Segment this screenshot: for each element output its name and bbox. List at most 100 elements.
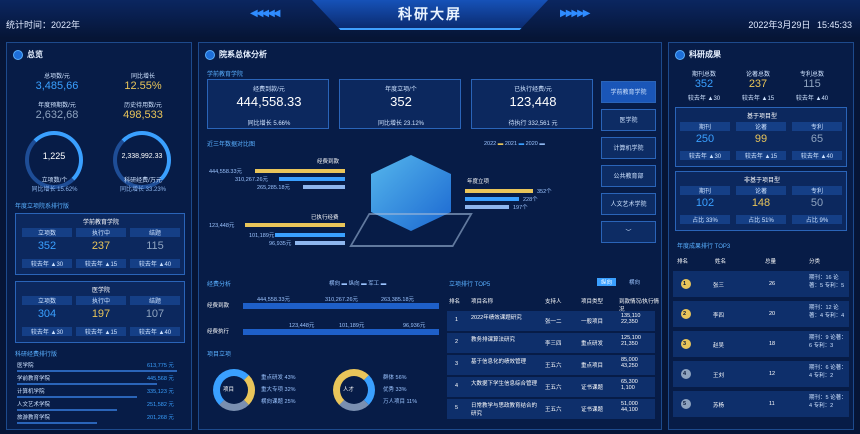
rank: 3 bbox=[455, 361, 459, 367]
rank-bar bbox=[17, 422, 97, 424]
owner: 张一二 bbox=[545, 319, 562, 325]
rank-bar bbox=[17, 370, 177, 372]
dept-tab-public[interactable]: 公共教育部 bbox=[601, 165, 656, 187]
owner: 王五六 bbox=[545, 363, 562, 369]
top5-header: 排名 bbox=[449, 299, 461, 305]
summary-label: 专利总数 bbox=[799, 72, 824, 78]
college-card: 医学院 立项数 执行中 结题 304 197 107 较去年 ▲30 较去年 ▲… bbox=[15, 281, 185, 343]
change-cell: 较去年 ▲40 bbox=[792, 151, 842, 160]
college-card: 学前教育学院 立项数 执行中 结题 352 237 115 较去年 ▲30 较去… bbox=[15, 213, 185, 275]
header-cell: 期刊 bbox=[680, 122, 730, 131]
rank-number: 1 bbox=[683, 281, 687, 287]
k3-value: 2,632,68 bbox=[35, 109, 79, 121]
summary-change: 较去年 ▲40 bbox=[795, 96, 829, 102]
bar bbox=[295, 241, 345, 245]
tag-projects: 年度立项 bbox=[467, 179, 490, 185]
k4-value: 498,533 bbox=[123, 109, 163, 121]
summary-change: 较去年 ▲15 bbox=[741, 96, 775, 102]
expense-title: 经费分析 bbox=[207, 282, 232, 288]
g2-sub: 同比增长 33.23% bbox=[119, 187, 167, 193]
toggle-horizontal[interactable]: 横向 bbox=[629, 278, 640, 286]
rank-number: 4 bbox=[683, 371, 687, 377]
name: 赵吴 bbox=[713, 343, 725, 349]
rank: 2 bbox=[455, 339, 459, 345]
type: 一般项目 bbox=[581, 319, 604, 325]
summary-label: 期刊总数 bbox=[691, 72, 716, 78]
owner: 李三四 bbox=[545, 341, 562, 347]
rank-number: 3 bbox=[683, 341, 687, 347]
dept-tab-arts[interactable]: 人文艺术学院 bbox=[601, 193, 656, 215]
bar bbox=[275, 233, 345, 237]
change-cell: 占比 9% bbox=[792, 215, 842, 224]
kpi-card: 已执行经费/元 123,448 待执行 332,561 元 bbox=[471, 79, 593, 129]
value-cell: 102 bbox=[695, 197, 715, 209]
analysis-icon bbox=[205, 49, 215, 60]
total: 20 bbox=[769, 311, 776, 317]
category: 期刊：6 论著：4 专利：2 bbox=[809, 365, 847, 379]
datetime: 2022年3月29日 15:45:33 bbox=[748, 20, 852, 30]
rank-name: 医学院 bbox=[17, 363, 34, 369]
top5-title: 立项排行 TOP5 bbox=[449, 282, 491, 288]
bar bbox=[465, 205, 509, 209]
rank-header: 排名 bbox=[677, 259, 689, 265]
stat-time: 统计时间：2022年 bbox=[6, 20, 81, 30]
dept-tab-medical[interactable]: 医学院 bbox=[601, 109, 656, 131]
rank-title: 科研经费排行版 bbox=[15, 352, 58, 358]
rank: 1 bbox=[455, 317, 459, 323]
amount: 85,000 43,250 bbox=[621, 357, 638, 369]
summary-value: 115 bbox=[803, 78, 821, 90]
kpi-card: 年度立项/个 352 同比增长 23.12% bbox=[339, 79, 461, 129]
bar bbox=[465, 197, 519, 201]
chevron-decor-icon: ▶▶▶▶▶ bbox=[560, 8, 590, 19]
owner: 王五六 bbox=[545, 385, 562, 391]
rank-value: 335,123 元 bbox=[147, 389, 174, 395]
rank-value: 445,568 元 bbox=[147, 376, 174, 382]
k1-label: 总项数/元 bbox=[44, 74, 70, 80]
dept-tab-cs[interactable]: 计算机学院 bbox=[601, 137, 656, 159]
amount: 65,300 1,100 bbox=[621, 379, 638, 391]
k2-label: 同比增长 bbox=[130, 74, 155, 80]
results-rank-title: 年度成果排行 TOP3 bbox=[677, 244, 731, 250]
category: 期刊：16 论著：5 专利：5 bbox=[809, 275, 845, 289]
category: 期刊：5 论著：4 专利：2 bbox=[809, 395, 847, 409]
change-cell: 较去年 ▲15 bbox=[736, 151, 786, 160]
value-cell: 250 bbox=[695, 133, 715, 145]
non-project-card: 非基于项目型 期刊 102 占比 33% 论著 148 占比 51% 专利 50 占比 9% bbox=[675, 171, 847, 231]
summary-value: 237 bbox=[748, 78, 768, 90]
owner: 王五六 bbox=[545, 407, 562, 413]
toggle-vertical[interactable]: 纵向 bbox=[597, 278, 617, 286]
k3-label: 年度预期数/元 bbox=[38, 103, 76, 109]
bar bbox=[465, 189, 533, 193]
value-cell: 50 bbox=[810, 197, 824, 209]
g2-value: 2,338,992.33 bbox=[121, 153, 163, 160]
summary-change: 较去年 ▲30 bbox=[687, 96, 721, 102]
total: 18 bbox=[769, 341, 776, 347]
change-cell: 较去年 ▲30 bbox=[680, 151, 730, 160]
header-cell: 期刊 bbox=[680, 186, 730, 195]
g2-label: 科研经费/万元 bbox=[124, 178, 162, 184]
tag-funding: 经费到款 bbox=[317, 159, 340, 165]
header-cell: 论著 bbox=[736, 122, 786, 131]
chevron-down-icon[interactable]: ﹀ bbox=[601, 221, 656, 243]
project-name: 教务排课算法研究 bbox=[471, 337, 516, 343]
top5-header: 支持人 bbox=[545, 299, 562, 305]
project-name: 2022年绩效课题研究 bbox=[471, 315, 522, 321]
dept-tab-preschool[interactable]: 学前教育学院 bbox=[601, 81, 656, 103]
tag-executed: 已执行经费 bbox=[311, 215, 339, 221]
results-panel: 科研成果 期刊总数 352 较去年 ▲30 论著总数 237 较去年 ▲15 专利总数 115… bbox=[668, 42, 854, 430]
summary-value: 352 bbox=[694, 78, 714, 90]
amount: 125,100 21,350 bbox=[621, 335, 641, 347]
bar bbox=[243, 303, 439, 309]
bar bbox=[243, 329, 439, 335]
rank-bar bbox=[17, 383, 157, 385]
name: 苏杨 bbox=[713, 403, 725, 409]
rank-value: 613,775 元 bbox=[147, 363, 174, 369]
rank-value: 201,268 元 bbox=[147, 415, 174, 421]
rank-bar bbox=[17, 409, 117, 411]
k1-value: 3,485,66 bbox=[35, 80, 79, 92]
header-cell: 专利 bbox=[792, 122, 842, 131]
overview-panel: 总览 总项数/元 3,485,66 同比增长 12.55% 年度预期数/元 2,… bbox=[6, 42, 192, 430]
top5-header: 项目名称 bbox=[471, 299, 494, 305]
rank-bar bbox=[17, 396, 137, 398]
analysis-title: 院系总体分析 bbox=[205, 49, 267, 60]
